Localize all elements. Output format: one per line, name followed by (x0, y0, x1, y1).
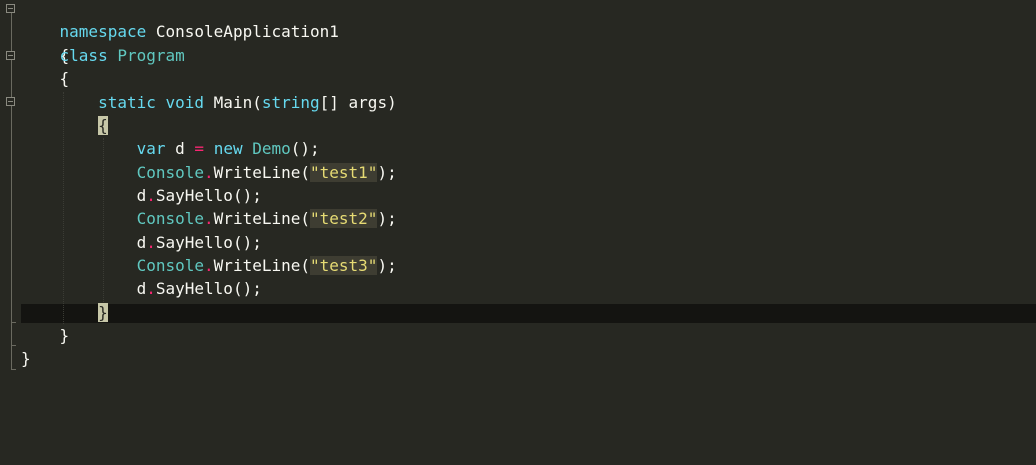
fold-method-icon[interactable] (6, 97, 15, 106)
code-line-9[interactable]: d.SayHello(); (21, 184, 262, 207)
keyword: void (165, 93, 205, 112)
fold-end-namespace (11, 369, 16, 370)
matched-brace: { (98, 116, 108, 135)
punctuation: ); (377, 256, 397, 275)
code-line-13[interactable]: d.SayHello(); (21, 277, 262, 300)
brace: } (21, 349, 31, 368)
fold-guide-namespace (11, 13, 12, 370)
method-params: [] args) (319, 93, 397, 112)
code-line-2[interactable]: { (21, 21, 70, 65)
method-call: WriteLine( (213, 209, 310, 228)
operator: . (204, 209, 214, 228)
operator: . (204, 256, 214, 275)
punctuation: (); (290, 139, 320, 158)
fold-gutter (0, 0, 20, 465)
operator: . (146, 186, 156, 205)
method-call: WriteLine( (213, 163, 310, 182)
operator: . (146, 233, 156, 252)
namespace-name: ConsoleApplication1 (155, 22, 339, 41)
code-line-6[interactable]: { (21, 114, 108, 137)
method-call: SayHello(); (155, 279, 262, 298)
code-editor[interactable]: namespace ConsoleApplication1 { class Pr… (0, 0, 1036, 465)
keyword: var (136, 139, 166, 158)
variable: d (136, 233, 147, 252)
operator: = (194, 139, 205, 158)
code-line-7[interactable]: var d = new Demo(); (21, 137, 320, 160)
brace: { (59, 69, 70, 88)
code-line-8[interactable]: Console.WriteLine("test1"); (21, 161, 397, 184)
code-line-16[interactable]: } (21, 347, 31, 370)
current-line-highlight (21, 304, 1036, 323)
punctuation: ); (377, 163, 397, 182)
type-name: Demo (252, 139, 291, 158)
brace: } (59, 326, 70, 345)
string-literal: "test1" (310, 163, 378, 182)
method-name: Main( (213, 93, 262, 112)
keyword: new (213, 139, 243, 158)
keyword: class (59, 46, 108, 65)
keyword: namespace (59, 22, 147, 41)
keyword: static (98, 93, 156, 112)
matched-brace: } (98, 303, 108, 322)
type-name: Console (136, 256, 205, 275)
variable: d (136, 186, 147, 205)
method-call: SayHello(); (155, 233, 262, 252)
fold-namespace-icon[interactable] (6, 4, 15, 13)
fold-end-class (11, 345, 16, 346)
code-line-10[interactable]: Console.WriteLine("test2"); (21, 207, 397, 230)
code-line-3[interactable]: class Program (21, 44, 185, 67)
method-call: WriteLine( (213, 256, 310, 275)
keyword: string (261, 93, 320, 112)
code-line-14[interactable]: } (21, 301, 108, 324)
variable: d (175, 139, 185, 158)
fold-end-method (11, 322, 16, 323)
type-name: Console (136, 209, 205, 228)
string-literal: "test3" (310, 256, 378, 275)
code-line-1[interactable]: namespace ConsoleApplication1 (21, 0, 339, 41)
operator: . (146, 279, 156, 298)
type-name: Console (136, 163, 205, 182)
code-line-15[interactable]: } (21, 324, 70, 347)
string-literal: "test2" (310, 209, 378, 228)
code-line-4[interactable]: { (21, 67, 70, 90)
code-line-12[interactable]: Console.WriteLine("test3"); (21, 254, 397, 277)
fold-class-icon[interactable] (6, 51, 15, 60)
class-name: Program (117, 46, 185, 65)
method-call: SayHello(); (155, 186, 262, 205)
code-line-5[interactable]: static void Main(string[] args) (21, 91, 397, 114)
operator: . (204, 163, 214, 182)
code-line-11[interactable]: d.SayHello(); (21, 231, 262, 254)
variable: d (136, 279, 147, 298)
punctuation: ); (377, 209, 397, 228)
